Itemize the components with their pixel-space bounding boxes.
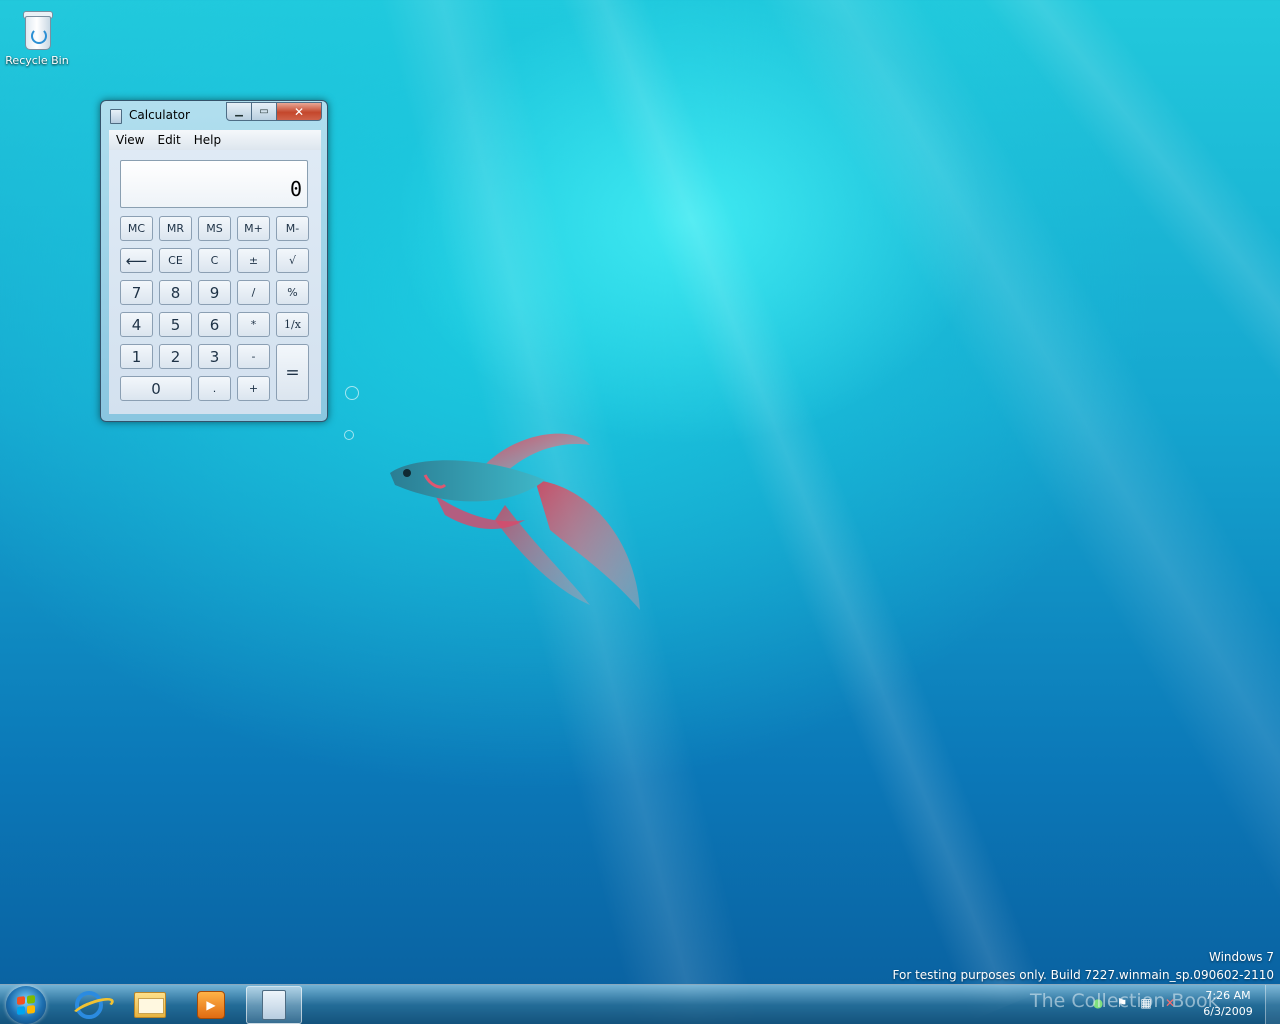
digit-8-button[interactable]: 8 <box>159 280 192 305</box>
betta-fish-wallpaper <box>390 433 640 610</box>
m-plus-button[interactable]: M+ <box>237 216 270 241</box>
calculator-display: 0 <box>120 160 308 208</box>
digit-6-button[interactable]: 6 <box>198 312 231 337</box>
taskbar-internet-explorer[interactable] <box>61 986 117 1024</box>
percent-button[interactable]: % <box>276 280 309 305</box>
watermark-build: For testing purposes only. Build 7227.wi… <box>892 968 1275 982</box>
calculator-icon <box>110 109 122 124</box>
title-bar[interactable]: Calculator ▁ ▭ ✕ <box>101 101 327 129</box>
digit-2-button[interactable]: 2 <box>159 344 192 369</box>
calculator-window: Calculator ▁ ▭ ✕ View Edit Help 0 MC MR … <box>100 100 328 422</box>
start-button[interactable] <box>6 986 46 1024</box>
digit-4-button[interactable]: 4 <box>120 312 153 337</box>
menu-view[interactable]: View <box>109 133 150 147</box>
taskbar-media-player[interactable]: ▶ <box>183 986 239 1024</box>
equals-button[interactable]: = <box>276 344 309 401</box>
square-root-button[interactable]: √ <box>276 248 309 273</box>
minimize-button[interactable]: ▁ <box>226 102 252 121</box>
digit-9-button[interactable]: 9 <box>198 280 231 305</box>
backspace-button[interactable]: ⟵ <box>120 248 153 273</box>
window-title: Calculator <box>129 108 190 122</box>
clear-entry-button[interactable]: CE <box>159 248 192 273</box>
close-button[interactable]: ✕ <box>277 102 322 121</box>
digit-7-button[interactable]: 7 <box>120 280 153 305</box>
decimal-button[interactable]: . <box>198 376 231 401</box>
divide-button[interactable]: / <box>237 280 270 305</box>
ms-button[interactable]: MS <box>198 216 231 241</box>
internet-explorer-icon <box>75 991 103 1019</box>
build-watermark: Windows 7 For testing purposes only. Bui… <box>893 948 1275 984</box>
taskbar-windows-explorer[interactable] <box>122 986 178 1024</box>
mc-button[interactable]: MC <box>120 216 153 241</box>
digit-0-button[interactable]: 0 <box>120 376 192 401</box>
windows-explorer-icon <box>134 992 166 1018</box>
digit-3-button[interactable]: 3 <box>198 344 231 369</box>
taskbar-calculator[interactable] <box>246 986 302 1024</box>
bubble <box>345 386 359 400</box>
recycle-bin-icon <box>20 8 54 50</box>
desktop-icon-label: Recycle Bin <box>5 54 69 67</box>
show-desktop-button[interactable] <box>1265 985 1280 1024</box>
add-button[interactable]: + <box>237 376 270 401</box>
digit-1-button[interactable]: 1 <box>120 344 153 369</box>
menu-bar: View Edit Help <box>109 130 321 150</box>
menu-help[interactable]: Help <box>187 133 227 147</box>
maximize-button[interactable]: ▭ <box>252 102 277 121</box>
brand-watermark: The Collection Book <box>1030 990 1219 1012</box>
maximize-icon: ▭ <box>259 106 269 117</box>
m-minus-button[interactable]: M- <box>276 216 309 241</box>
plus-minus-button[interactable]: ± <box>237 248 270 273</box>
mr-button[interactable]: MR <box>159 216 192 241</box>
calculator-body: 0 MC MR MS M+ M- ⟵ CE C ± √ 7 8 9 / % 4 … <box>109 150 321 414</box>
watermark-product: Windows 7 <box>1208 950 1274 964</box>
close-icon: ✕ <box>293 104 305 119</box>
bubble <box>344 430 354 440</box>
menu-edit[interactable]: Edit <box>150 133 186 147</box>
reciprocal-button[interactable]: 1/x <box>276 312 309 337</box>
calculator-icon <box>262 990 286 1020</box>
media-player-icon: ▶ <box>197 991 225 1019</box>
minimize-icon: ▁ <box>235 106 243 117</box>
digit-5-button[interactable]: 5 <box>159 312 192 337</box>
windows-logo-icon <box>17 995 35 1015</box>
subtract-button[interactable]: - <box>237 344 270 369</box>
clear-button[interactable]: C <box>198 248 231 273</box>
multiply-button[interactable]: * <box>237 312 270 337</box>
desktop-icon-recycle-bin[interactable]: Recycle Bin <box>4 6 70 67</box>
